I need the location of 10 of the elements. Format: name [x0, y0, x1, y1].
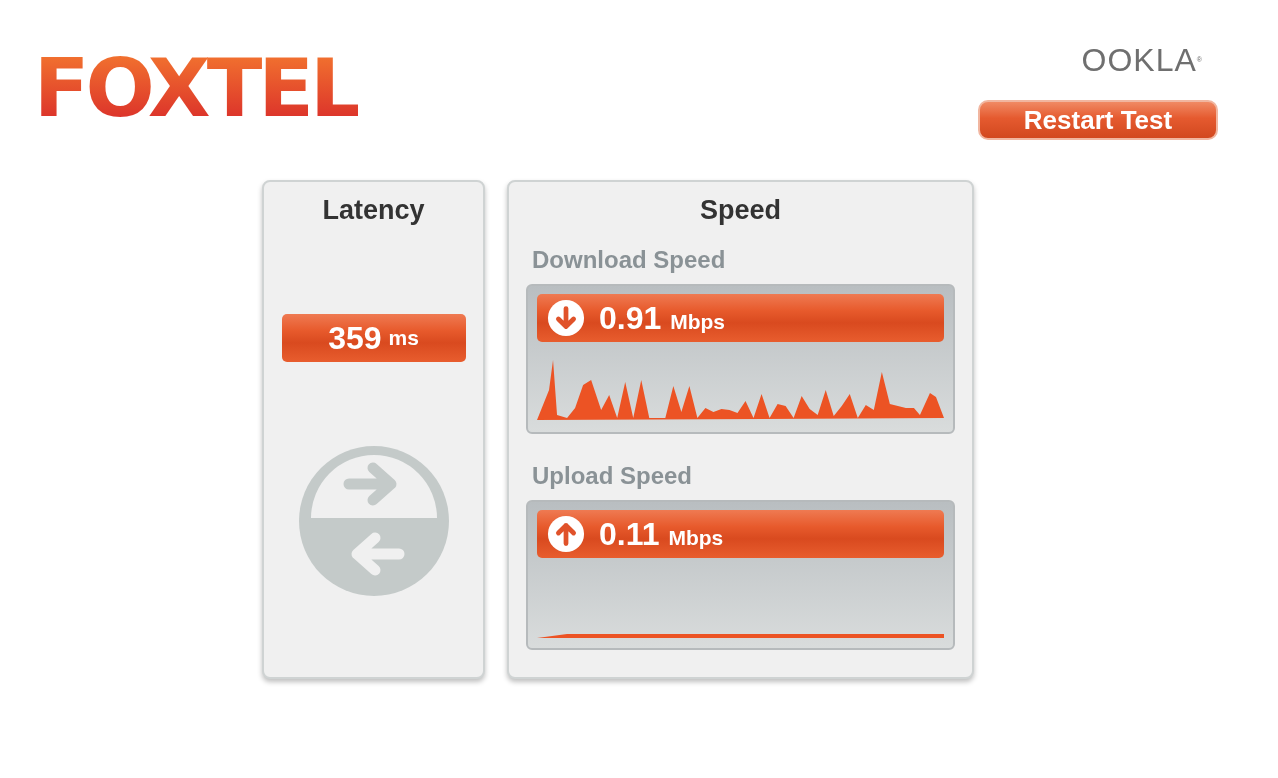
speed-value: 0.91 Mbps: [599, 299, 725, 337]
latency-readout: 359 ms: [281, 314, 466, 362]
speed-label: Download Speed: [532, 246, 727, 274]
speed-value: 0.11 Mbps: [599, 515, 724, 553]
speed-label: Upload Speed: [532, 462, 694, 490]
speed-title: Speed: [699, 194, 782, 226]
latency-title: Latency: [322, 194, 425, 226]
ookla-logo: OOKLA$^{®}$: [1081, 41, 1203, 80]
ping-arrows-icon: [298, 446, 449, 596]
restart-test-button[interactable]: Restart Test: [978, 100, 1218, 140]
